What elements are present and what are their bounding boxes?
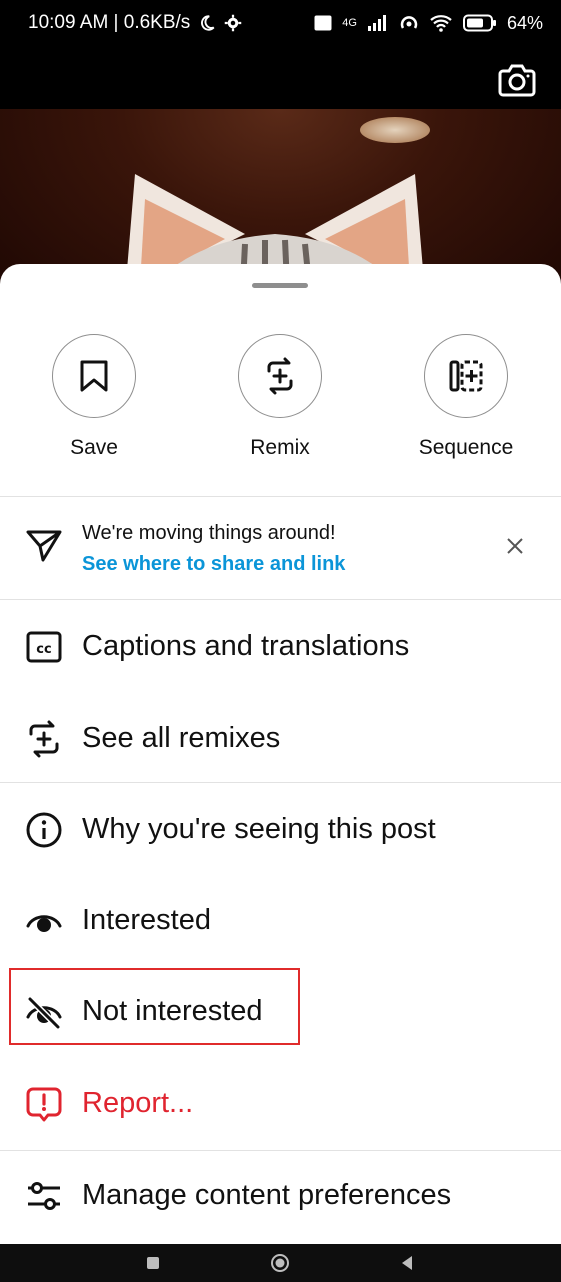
menu-label: Interested [82, 904, 211, 936]
sequence-icon [449, 360, 483, 392]
divider [0, 599, 561, 600]
save-button[interactable]: Save [24, 334, 164, 460]
battery-icon [462, 14, 496, 32]
menu-item-interested[interactable]: Interested [0, 876, 561, 967]
status-time: 10:09 AM | 0.6KB/s [28, 12, 191, 33]
share-link[interactable]: See where to share and link [82, 553, 345, 576]
menu-item-see-all-remixes[interactable]: See all remixes [0, 694, 561, 785]
report-icon [26, 1087, 62, 1122]
remix-icon [29, 720, 59, 758]
menu-label: Report... [82, 1087, 194, 1119]
menu-label: Why you're seeing this post [82, 813, 436, 845]
battery-level: 64% [506, 12, 543, 33]
gear-icon [225, 14, 242, 32]
menu-item-report[interactable]: Report... [0, 1059, 561, 1150]
volte-icon [314, 15, 332, 31]
cc-icon: cc [26, 631, 62, 663]
bookmark-icon [80, 360, 108, 392]
remix-button[interactable]: Remix [210, 334, 350, 460]
wifi-icon [430, 15, 452, 32]
remix-label: Remix [250, 436, 310, 459]
network-type: 4G [342, 17, 357, 29]
divider [0, 782, 561, 783]
info-icon [26, 812, 62, 848]
sheet-drag-handle[interactable] [252, 283, 308, 288]
quick-actions: Save Remix Sequence [0, 334, 561, 464]
eye-icon [26, 915, 62, 932]
sequence-label: Sequence [418, 436, 514, 459]
ceiling-light [360, 117, 430, 143]
menu-label: Captions and translations [82, 630, 410, 662]
system-nav-bar [0, 1244, 561, 1282]
camera-button[interactable] [497, 62, 541, 102]
menu-label: Manage content preferences [82, 1179, 452, 1211]
options-sheet: Save Remix Sequence We're moving things … [0, 264, 561, 1244]
close-icon[interactable] [505, 536, 525, 556]
save-label: Save [70, 436, 118, 459]
sliders-icon [28, 1182, 60, 1210]
recents-icon[interactable] [141, 1251, 165, 1275]
share-notice: We're moving things around! See where to… [0, 497, 561, 600]
highlight-box [9, 968, 300, 1045]
notice-title: We're moving things around! [82, 522, 336, 544]
back-icon[interactable] [395, 1251, 419, 1275]
remix-icon [267, 357, 293, 395]
menu-item-why-seeing[interactable]: Why you're seeing this post [0, 785, 561, 876]
menu-label: See all remixes [82, 722, 281, 754]
menu-item-manage-preferences[interactable]: Manage content preferences [0, 1151, 561, 1242]
sequence-button[interactable]: Sequence [396, 334, 536, 460]
status-bar: 10:09 AM | 0.6KB/s 4G 64% [0, 0, 561, 46]
hotspot-icon [400, 16, 418, 29]
menu-item-captions[interactable]: cc Captions and translations [0, 602, 561, 693]
send-icon [26, 530, 62, 562]
camera-icon [498, 64, 536, 97]
signal-icon [367, 15, 386, 31]
top-bar [0, 46, 561, 109]
svg-text:cc: cc [36, 642, 51, 657]
moon-icon [201, 15, 215, 31]
home-icon[interactable] [268, 1251, 292, 1275]
